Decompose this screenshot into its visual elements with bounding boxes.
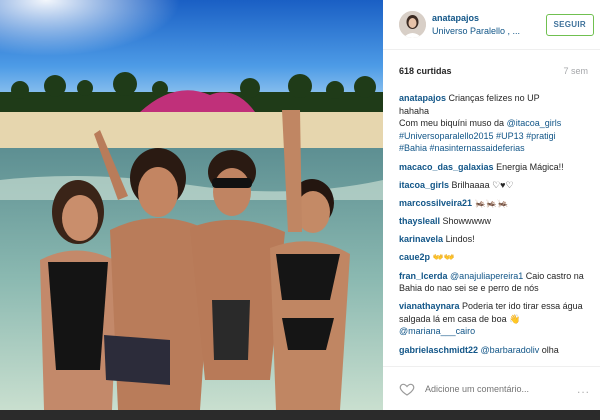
comment-mention[interactable]: @anajuliapereira1 — [450, 271, 523, 281]
comment-username[interactable]: macaco_das_galaxias — [399, 162, 494, 172]
beach-selfie-image — [0, 0, 383, 410]
more-options-icon[interactable]: ... — [577, 382, 590, 396]
caption-hashtags[interactable]: #Universoparalello2015 #UP13 #pratigi — [399, 130, 590, 143]
post-timestamp[interactable]: 7 sem — [563, 66, 588, 76]
comment-text: Brilhaaaa ♡♥♡ — [451, 180, 514, 191]
comment-item: gabrielaschmidt22 @barbaradoliv olha — [399, 344, 590, 357]
post-location[interactable]: Universo Paralello , ... — [432, 25, 546, 38]
comment-item: vianathaynara Poderia ter ido tirar essa… — [399, 300, 590, 338]
comment-text: olha — [541, 344, 559, 355]
post-caption: anatapajos Crianças felizes no UP hahaha… — [399, 92, 590, 155]
comment-item: thaysleall Showwwww — [399, 215, 590, 228]
caption-line: Crianças felizes no UP — [448, 93, 540, 103]
comment-item: karinavela Lindos! — [399, 233, 590, 246]
caption-line: Com meu biquíni muso da — [399, 118, 505, 129]
comment-username[interactable]: karinavela — [399, 234, 443, 244]
likes-count[interactable]: 618 curtidas — [399, 66, 452, 76]
post-photo[interactable] — [0, 0, 383, 410]
post-username[interactable]: anatapajos — [432, 12, 546, 25]
comment-item: caue2p 👐👐 — [399, 251, 590, 264]
comment-item: marcossilveira21 🦗🦗🦗 — [399, 197, 590, 210]
comment-text: 👐👐 — [432, 252, 455, 263]
comment-text: Showwwww — [442, 216, 492, 227]
avatar[interactable] — [399, 11, 426, 38]
comment-username[interactable]: vianathaynara — [399, 301, 460, 311]
window-bottom-bar — [0, 410, 600, 420]
comment-item: macaco_das_galaxias Energia Mágica!! — [399, 161, 590, 174]
post-header: anatapajos Universo Paralello , ... SEGU… — [383, 0, 600, 50]
caption-username[interactable]: anatapajos — [399, 93, 446, 103]
caption-mention[interactable]: @itacoa_girls — [507, 118, 562, 128]
comment-item: itacoa_girls Brilhaaaa ♡♥♡ — [399, 179, 590, 192]
comments-list: anatapajos Crianças felizes no UP hahaha… — [383, 92, 600, 368]
post-meta: 618 curtidas 7 sem — [383, 50, 600, 92]
comment-username[interactable]: fran_lcerda — [399, 271, 448, 281]
comment-mention[interactable]: @barbaradoliv — [481, 345, 540, 355]
comment-text: Lindos! — [445, 234, 475, 245]
post-header-info: anatapajos Universo Paralello , ... — [432, 12, 546, 38]
add-comment-bar: ... — [383, 366, 600, 410]
caption-hashtags[interactable]: #Bahia #nasinternassaideferias — [399, 142, 590, 155]
follow-button[interactable]: SEGUIR — [545, 13, 594, 36]
comment-username[interactable]: itacoa_girls — [399, 180, 449, 190]
comment-username[interactable]: caue2p — [399, 252, 430, 262]
comment-username[interactable]: marcossilveira21 — [399, 198, 472, 208]
comment-username[interactable]: thaysleall — [399, 216, 440, 226]
heart-icon[interactable] — [399, 381, 415, 397]
comment-item: fran_lcerda @anajuliapereira1 Caio castr… — [399, 270, 590, 295]
comment-mention[interactable]: @mariana___cairo — [399, 326, 475, 336]
post-side-panel: anatapajos Universo Paralello , ... SEGU… — [383, 0, 600, 410]
caption-line: hahaha — [399, 105, 430, 116]
comment-text: 🦗🦗🦗 — [474, 198, 509, 209]
add-comment-input[interactable] — [425, 383, 577, 394]
comment-username[interactable]: gabrielaschmidt22 — [399, 345, 478, 355]
comment-text: Energia Mágica!! — [496, 161, 564, 172]
